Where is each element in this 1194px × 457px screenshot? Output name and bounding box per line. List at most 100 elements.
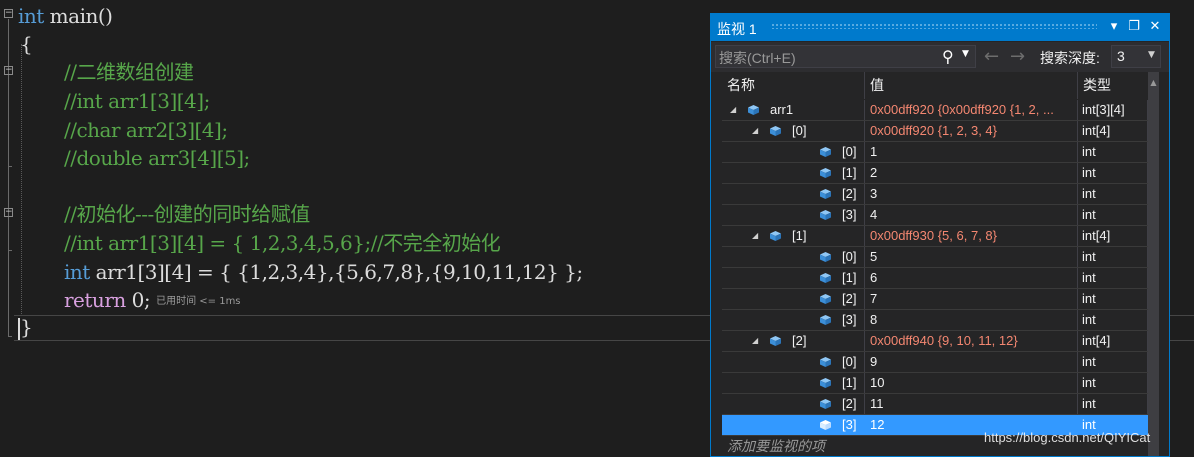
watch-row-name-cell: [1] — [722, 373, 865, 393]
maximize-icon[interactable]: ❐ — [1125, 17, 1143, 37]
watch-row-type: int — [1078, 247, 1148, 267]
watch-row-name-cell: [1] — [722, 163, 865, 183]
watch-row-name: [2] — [842, 291, 857, 306]
watch-row-value[interactable]: 7 — [865, 289, 1078, 309]
watch-row-value[interactable]: 8 — [865, 310, 1078, 330]
watch-row-value[interactable]: 6 — [865, 268, 1078, 288]
chevron-down-icon[interactable]: ▼ — [1148, 50, 1155, 60]
watch-row-value[interactable]: 0x00dff940 {9, 10, 11, 12} — [865, 331, 1078, 351]
watch-row-name: [1] — [842, 375, 857, 390]
collapse-comment-block-icon-2[interactable]: − — [4, 208, 13, 217]
expand-arrow-icon[interactable]: ◢ — [752, 226, 758, 246]
watermark: https://blog.csdn.net/QIYICat — [984, 430, 1151, 445]
column-header-value[interactable]: 值 — [865, 72, 1078, 99]
watch-window[interactable]: 监视 1 ▾ ❐ ✕ ⚲ ▼ ← → 搜索深度: 3 ▼ 名称 值 类型 ◢ ar… — [710, 13, 1170, 457]
watch-title-bar[interactable]: 监视 1 ▾ ❐ ✕ — [711, 14, 1169, 41]
code-line-10: int arr1[3][4] = { {1,2,3,4},{5,6,7,8},{… — [64, 260, 583, 284]
watch-row-name-cell: ◢ [0] — [722, 121, 865, 141]
indent-guide — [21, 44, 22, 314]
variable-cube-icon — [770, 231, 781, 241]
watch-grid[interactable]: 名称 值 类型 ◢ arr1 0x00dff920 {0x00dff920 {1, … — [722, 72, 1159, 456]
watch-row-name-cell: [2] — [722, 184, 865, 204]
variable-cube-icon — [770, 336, 781, 346]
scroll-up-icon[interactable]: ▲ — [1148, 78, 1159, 87]
watch-row-type: int — [1078, 268, 1148, 288]
watch-row-value[interactable]: 0x00dff920 {1, 2, 3, 4} — [865, 121, 1078, 141]
drag-grip[interactable] — [771, 23, 1097, 29]
variable-cube-icon — [820, 399, 831, 409]
search-icon[interactable]: ⚲ — [942, 47, 954, 66]
watch-row-value[interactable]: 0x00dff920 {0x00dff920 {1, 2, ... — [865, 100, 1078, 120]
search-next-icon[interactable]: → — [1010, 46, 1025, 67]
variable-cube-icon — [820, 315, 831, 325]
watch-row-type: int — [1078, 310, 1148, 330]
watch-row[interactable]: [3] 8 int — [722, 310, 1148, 331]
watch-row[interactable]: [1] 2 int — [722, 163, 1148, 184]
code-line-3: //二维数组创建 — [64, 60, 194, 84]
code-line-8: //初始化---创建的同时给赋值 — [64, 202, 310, 226]
watch-row[interactable]: [0] 9 int — [722, 352, 1148, 373]
watch-row[interactable]: ◢ [0] 0x00dff920 {1, 2, 3, 4} int[4] — [722, 121, 1148, 142]
watch-toolbar: ⚲ ▼ ← → 搜索深度: 3 ▼ — [711, 42, 1169, 72]
watch-row-value[interactable]: 5 — [865, 247, 1078, 267]
code-line-9: //int arr1[3][4] = { 1,2,3,4,5,6};//不完全初… — [64, 231, 501, 255]
collapse-comment-block-icon[interactable]: − — [4, 66, 13, 75]
watch-row-name: arr1 — [770, 102, 794, 117]
outline-tick — [8, 336, 12, 337]
watch-row-name-cell: [2] — [722, 394, 865, 414]
watch-row-name: [0] — [842, 144, 857, 159]
watch-row[interactable]: [0] 1 int — [722, 142, 1148, 163]
watch-row-value[interactable]: 0x00dff930 {5, 6, 7, 8} — [865, 226, 1078, 246]
watch-row[interactable]: [2] 7 int — [722, 289, 1148, 310]
outline-tick — [8, 250, 12, 251]
watch-row[interactable]: [0] 5 int — [722, 247, 1148, 268]
vertical-scrollbar[interactable]: ▲ — [1148, 72, 1159, 456]
watch-row[interactable]: ◢ [2] 0x00dff940 {9, 10, 11, 12} int[4] — [722, 331, 1148, 352]
search-depth-select[interactable]: 3 ▼ — [1111, 45, 1161, 68]
variable-cube-icon — [820, 210, 831, 220]
expand-arrow-icon[interactable]: ◢ — [752, 121, 758, 141]
watch-row-name-cell: ◢ arr1 — [722, 100, 865, 120]
window-position-dropdown-icon[interactable]: ▾ — [1105, 17, 1123, 37]
watch-row-type: int — [1078, 289, 1148, 309]
watch-row-type: int[4] — [1078, 331, 1148, 351]
watch-row[interactable]: ◢ arr1 0x00dff920 {0x00dff920 {1, 2, ... in… — [722, 100, 1148, 121]
watch-row-value[interactable]: 9 — [865, 352, 1078, 372]
close-icon[interactable]: ✕ — [1146, 17, 1164, 37]
column-header-type[interactable]: 类型 — [1078, 72, 1148, 99]
search-options-dropdown-icon[interactable]: ▼ — [962, 49, 969, 59]
watch-row[interactable]: ◢ [1] 0x00dff930 {5, 6, 7, 8} int[4] — [722, 226, 1148, 247]
watch-row[interactable]: [1] 10 int — [722, 373, 1148, 394]
watch-row[interactable]: [3] 4 int — [722, 205, 1148, 226]
watch-row-type: int — [1078, 373, 1148, 393]
watch-row-name-cell: [0] — [722, 352, 865, 372]
code-line-6: //double arr3[4][5]; — [64, 146, 250, 170]
code-line-12: } — [20, 315, 33, 339]
watch-row-type: int — [1078, 394, 1148, 414]
watch-row-value[interactable]: 10 — [865, 373, 1078, 393]
search-previous-icon[interactable]: ← — [984, 46, 999, 67]
search-box[interactable]: ⚲ ▼ — [715, 45, 976, 69]
search-input[interactable] — [716, 46, 941, 69]
watch-row-value[interactable]: 11 — [865, 394, 1078, 414]
variable-cube-icon — [820, 357, 831, 367]
collapse-main-icon[interactable]: − — [4, 9, 13, 18]
watch-row-type: int — [1078, 142, 1148, 162]
variable-cube-icon — [820, 189, 831, 199]
watch-row-value[interactable]: 4 — [865, 205, 1078, 225]
watch-row-name: [3] — [842, 207, 857, 222]
watch-row-value[interactable]: 1 — [865, 142, 1078, 162]
watch-row[interactable]: [1] 6 int — [722, 268, 1148, 289]
expand-arrow-icon[interactable]: ◢ — [752, 331, 758, 351]
watch-row-value[interactable]: 3 — [865, 184, 1078, 204]
watch-row[interactable]: [2] 3 int — [722, 184, 1148, 205]
watch-row-name-cell: ◢ [1] — [722, 226, 865, 246]
watch-row[interactable]: [2] 11 int — [722, 394, 1148, 415]
column-header-name[interactable]: 名称 — [722, 72, 865, 99]
expand-arrow-icon[interactable]: ◢ — [730, 100, 736, 120]
watch-row-name: [1] — [842, 165, 857, 180]
variable-cube-icon — [820, 252, 831, 262]
watch-row-value[interactable]: 2 — [865, 163, 1078, 183]
watch-row-name: [1] — [842, 270, 857, 285]
variable-cube-icon — [770, 126, 781, 136]
